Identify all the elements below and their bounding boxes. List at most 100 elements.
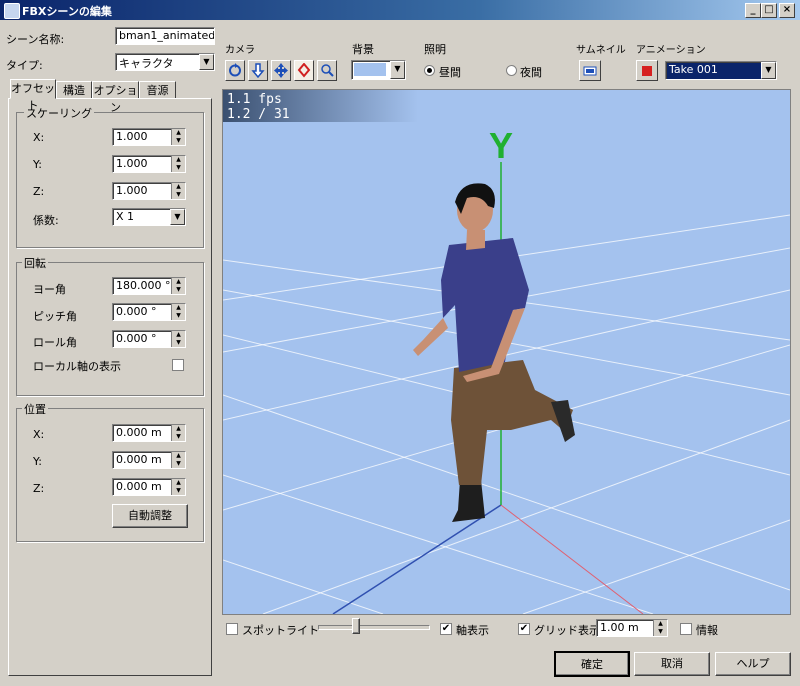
scale-z-label: Z: — [33, 185, 45, 198]
scale-x-value: 1.000 — [116, 130, 148, 143]
pos-y-value: 0.000 m — [116, 453, 162, 466]
scale-x-input[interactable]: 1.000 ▲ ▼ — [112, 128, 186, 146]
chevron-down-icon[interactable]: ▼ — [170, 209, 185, 225]
local-axis-checkbox[interactable] — [172, 359, 184, 371]
grid-display-label: グリッド表示 — [534, 624, 600, 637]
axis-display-checkbox[interactable]: ✔ — [440, 623, 452, 635]
camera-orbit-button[interactable] — [294, 60, 314, 81]
pos-x-label: X: — [33, 428, 45, 441]
position-title: 位置 — [22, 401, 48, 417]
scale-y-label: Y: — [33, 158, 42, 171]
maximize-button[interactable]: □ — [761, 3, 777, 18]
thumbnail-button[interactable] — [579, 60, 601, 81]
scale-y-input[interactable]: 1.000 ▲ ▼ — [112, 155, 186, 173]
spin-icon[interactable]: ▲ ▼ — [171, 156, 185, 172]
camera-zoom-button[interactable] — [317, 60, 337, 81]
night-label: 夜間 — [520, 66, 542, 79]
3d-viewport[interactable]: 1.1 fps 1.2 / 31 Y — [222, 89, 791, 615]
thumbnail-label: サムネイル — [576, 45, 626, 56]
tab-offset[interactable]: オフセット — [10, 79, 56, 112]
axis-display-label: 軸表示 — [456, 624, 489, 637]
help-button[interactable]: ヘルプ — [715, 652, 791, 676]
day-label: 昼間 — [439, 66, 461, 79]
pos-y-input[interactable]: 0.000 m ▲ ▼ — [112, 451, 186, 469]
spin-icon[interactable]: ▲ ▼ — [171, 129, 185, 145]
pitch-value: 0.000 ° — [116, 305, 157, 318]
fps-text: 1.1 fps — [227, 92, 282, 107]
chevron-down-icon[interactable]: ▼ — [390, 61, 405, 79]
tab-options[interactable]: オプション — [92, 81, 139, 114]
take-select[interactable]: Take 001 ▼ — [665, 61, 777, 80]
ok-button[interactable]: 確定 — [554, 651, 630, 677]
fps-overlay: 1.1 fps 1.2 / 31 — [223, 90, 418, 122]
pos-y-label: Y: — [33, 455, 42, 468]
night-radio[interactable] — [506, 65, 517, 76]
spin-icon[interactable]: ▲ ▼ — [171, 452, 185, 468]
spin-icon[interactable]: ▲ ▼ — [171, 479, 185, 495]
pitch-input[interactable]: 0.000 ° ▲ ▼ — [112, 303, 186, 321]
spin-icon[interactable]: ▲ ▼ — [171, 183, 185, 199]
chevron-down-icon[interactable]: ▼ — [761, 62, 776, 79]
yaw-label: ヨー角 — [33, 283, 66, 296]
record-icon — [642, 66, 652, 76]
minimize-button[interactable]: _ — [745, 3, 761, 18]
spin-icon[interactable]: ▲ ▼ — [171, 304, 185, 320]
close-button[interactable]: × — [779, 3, 795, 18]
pos-z-input[interactable]: 0.000 m ▲ ▼ — [112, 478, 186, 496]
yaw-input[interactable]: 180.000 ° ▲ ▼ — [112, 277, 186, 295]
arrow-down-icon — [251, 63, 265, 78]
yaw-value: 180.000 ° — [116, 279, 171, 292]
factor-value: X 1 — [116, 210, 135, 223]
roll-input[interactable]: 0.000 ° ▲ ▼ — [112, 330, 186, 348]
thumbnail-icon — [583, 66, 597, 76]
camera-dolly-button[interactable] — [248, 60, 268, 81]
background-label: 背景 — [352, 43, 374, 56]
spin-icon[interactable]: ▲ ▼ — [171, 425, 185, 441]
record-button[interactable] — [636, 60, 658, 81]
camera-pan-button[interactable] — [271, 60, 291, 81]
roll-label: ロール角 — [33, 336, 77, 349]
spin-icon[interactable]: ▲ ▼ — [171, 278, 185, 294]
scale-x-label: X: — [33, 131, 45, 144]
spotlight-checkbox[interactable] — [226, 623, 238, 635]
grid-size-input[interactable]: 1.00 m ▲ ▼ — [596, 619, 668, 637]
info-checkbox[interactable] — [680, 623, 692, 635]
rotate-icon — [229, 63, 241, 77]
background-color-select[interactable]: ▼ — [351, 60, 406, 80]
camera-rotate-button[interactable] — [225, 60, 245, 81]
local-axis-label: ローカル軸の表示 — [33, 360, 121, 373]
spotlight-label: スポットライト — [242, 624, 319, 637]
spin-icon[interactable]: ▲ ▼ — [171, 331, 185, 347]
frame-text: 1.2 / 31 — [227, 107, 290, 122]
pos-x-value: 0.000 m — [116, 426, 162, 439]
scene-canvas — [223, 162, 790, 614]
orbit-icon — [297, 63, 311, 78]
grid-display-checkbox[interactable]: ✔ — [518, 623, 530, 635]
pos-x-input[interactable]: 0.000 m ▲ ▼ — [112, 424, 186, 442]
auto-adjust-button[interactable]: 自動調整 — [112, 504, 188, 528]
cancel-button[interactable]: 取消 — [634, 652, 710, 676]
factor-label: 係数: — [33, 214, 59, 227]
pos-z-value: 0.000 m — [116, 480, 162, 493]
scale-z-input[interactable]: 1.000 ▲ ▼ — [112, 182, 186, 200]
type-select[interactable]: キャラクタ ▼ — [115, 53, 215, 71]
light-slider-track[interactable] — [318, 625, 430, 630]
day-radio[interactable] — [424, 65, 435, 76]
zoom-icon — [321, 64, 334, 77]
title-bar: FBXシーンの編集 _ □ × — [0, 0, 800, 20]
scene-name-input[interactable]: bman1_animated_ru — [115, 27, 215, 45]
camera-label: カメラ — [225, 45, 255, 56]
light-slider-thumb[interactable] — [352, 618, 360, 634]
tab-structure[interactable]: 構造 — [56, 81, 92, 99]
scale-y-value: 1.000 — [116, 157, 148, 170]
rotation-title: 回転 — [22, 255, 48, 271]
type-label: タイプ: — [6, 59, 43, 72]
app-icon — [4, 3, 20, 19]
lighting-label: 照明 — [424, 43, 446, 56]
spin-icon[interactable]: ▲ ▼ — [653, 620, 667, 636]
tab-sound[interactable]: 音源 — [139, 81, 176, 99]
background-swatch — [354, 63, 386, 76]
chevron-down-icon[interactable]: ▼ — [199, 54, 214, 70]
roll-value: 0.000 ° — [116, 332, 157, 345]
factor-select[interactable]: X 1 ▼ — [112, 208, 186, 226]
